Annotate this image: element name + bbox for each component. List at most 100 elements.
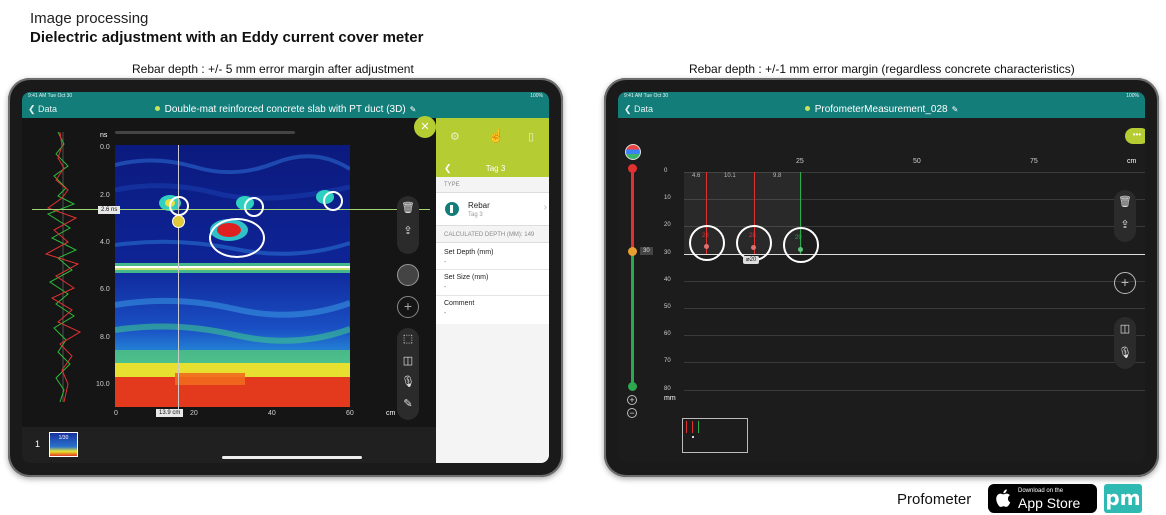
microphone-icon[interactable]: 🎙	[397, 375, 419, 388]
y-axis-unit: ns	[100, 132, 108, 139]
status-bar: 9:41 AM Tue Oct 30 100%	[22, 92, 549, 101]
slider-top-handle[interactable]	[628, 164, 637, 173]
depth-slider-upper[interactable]	[631, 167, 634, 252]
nav-title[interactable]: Double-mat reinforced concrete slab with…	[22, 104, 549, 115]
minimap[interactable]	[682, 418, 748, 453]
y-tick: 8.0	[100, 334, 110, 341]
status-dot-icon	[804, 106, 810, 111]
split-view-icon[interactable]: ◫	[397, 354, 419, 367]
y-tick: 20	[664, 222, 671, 229]
y-tick: 2.0	[100, 192, 110, 199]
store-big-text: App Store	[1018, 495, 1081, 511]
depth-grid-line	[684, 280, 1145, 282]
color-scale-icon[interactable]	[625, 144, 641, 160]
left-screen: 9:41 AM Tue Oct 30 100% ❮ Data Double-ma…	[22, 92, 549, 463]
pm-logo: pm	[1104, 484, 1142, 513]
position-crosshair	[178, 145, 179, 410]
rebar-dot	[798, 247, 803, 252]
y-tick: 10.0	[96, 381, 110, 388]
comment-label: Comment	[444, 300, 475, 307]
detection-ring[interactable]	[244, 197, 264, 217]
slider-value: 30	[640, 247, 653, 255]
calculated-depth: CALCULATED DEPTH (MM): 149	[444, 232, 535, 238]
y-tick: 4.0	[100, 239, 110, 246]
zoom-out-icon[interactable]: −	[627, 408, 637, 418]
tag-detail-panel: ⚙ ☝ ▯ ❮ Tag 3 ✕ TYPE Rebar Tag 3 › CALCU…	[414, 116, 549, 463]
x-tick: 75	[1030, 158, 1038, 165]
gpr-radargram	[115, 145, 350, 407]
select-area-icon[interactable]: ⬚	[397, 332, 419, 345]
time-marker-label[interactable]: 2.6 ns	[98, 206, 121, 214]
close-panel-icon[interactable]: ✕	[414, 116, 436, 138]
spacing-label: 4.6	[692, 173, 701, 179]
rebar-depth-label: 29	[795, 235, 802, 241]
app-store-badge[interactable]: Download on the App Store	[988, 484, 1097, 513]
trash-icon[interactable]: 🗑	[1114, 195, 1136, 208]
share-icon[interactable]: ⇪	[397, 224, 419, 237]
spacing-label: 10.1	[724, 173, 736, 179]
rebar-dot	[704, 244, 709, 249]
diameter-label: ⌀20	[743, 256, 760, 264]
thumbnail-label: 1/30	[58, 435, 69, 441]
panel-layout-icon[interactable]: ▯	[528, 130, 534, 143]
more-options-icon[interactable]: •••	[1125, 128, 1145, 144]
set-depth-input[interactable]: -	[444, 259, 446, 266]
rebar-ring[interactable]	[689, 225, 725, 261]
type-sub: Tag 3	[468, 212, 483, 218]
trash-icon[interactable]: 🗑	[397, 201, 419, 214]
detection-ring[interactable]	[169, 196, 189, 216]
depth-grid-line	[684, 389, 1145, 391]
split-view-icon[interactable]: ◫	[1114, 322, 1136, 335]
status-battery: 100%	[1126, 93, 1139, 99]
right-caption: Rebar depth : +/-1 mm error margin (rega…	[689, 62, 1075, 76]
home-indicator	[222, 456, 362, 459]
horizontal-scrollbar[interactable]	[115, 131, 295, 134]
edit-pencil-icon[interactable]: ✎	[952, 105, 959, 114]
type-row[interactable]: Rebar Tag 3 ›	[436, 192, 549, 226]
touch-icon[interactable]: ☝	[488, 128, 504, 144]
edit-pencil-icon[interactable]: ✎	[410, 105, 417, 114]
product-name: Profometer	[897, 491, 972, 508]
rebar-ring[interactable]	[783, 227, 819, 263]
detection-ring[interactable]	[323, 191, 343, 211]
add-button[interactable]: +	[1114, 272, 1136, 294]
slider-bottom-handle[interactable]	[628, 382, 637, 391]
x-tick: 60	[346, 410, 354, 417]
apple-logo-icon	[996, 488, 1012, 508]
time-crosshair	[32, 209, 430, 210]
y-tick: 0	[664, 168, 668, 174]
share-icon[interactable]: ⇪	[1114, 218, 1136, 231]
x-marker-label[interactable]: 13.9 cm	[156, 409, 184, 417]
chevron-right-icon: ›	[543, 202, 547, 213]
y-tick: 70	[664, 358, 671, 365]
y-tick: 80	[664, 385, 671, 392]
nav-title[interactable]: ProfometerMeasurement_028 ✎	[618, 104, 1145, 115]
store-small-text: Download on the	[1018, 488, 1064, 494]
x-tick: 40	[268, 410, 276, 417]
y-axis-unit: mm	[664, 395, 676, 402]
type-name: Rebar	[468, 201, 490, 210]
set-size-input[interactable]: -	[444, 284, 446, 291]
slider-mid-handle[interactable]	[628, 247, 637, 256]
y-tick: 6.0	[100, 286, 110, 293]
selected-tag-marker[interactable]	[172, 215, 185, 228]
microphone-icon[interactable]: 🎙	[1114, 346, 1136, 359]
detection-ring-duct[interactable]	[209, 218, 265, 258]
rebar-depth-label: 28	[749, 233, 756, 239]
tag-fields: Set Depth (mm) - Set Size (mm) - Comment…	[436, 242, 549, 324]
nav-title-text: ProfometerMeasurement_028	[814, 104, 948, 115]
depth-slider-lower[interactable]	[631, 252, 634, 387]
panel-tab-bar: ⚙ ☝ ▯	[436, 118, 549, 160]
heading-line-2: Dielectric adjustment with an Eddy curre…	[30, 29, 424, 46]
settings-icon[interactable]: ⚙	[450, 130, 460, 143]
y-tick: 0.0	[100, 144, 110, 151]
comment-input[interactable]: -	[444, 310, 446, 317]
scan-thumbnail[interactable]: 1/30	[49, 432, 78, 457]
pen-icon[interactable]: ✎	[397, 397, 419, 410]
record-button[interactable]	[397, 264, 419, 286]
status-battery: 100%	[530, 93, 543, 99]
a-scan-trace	[44, 132, 82, 402]
nav-bar: ❮ Data Double-mat reinforced concrete sl…	[22, 101, 549, 118]
add-button[interactable]: +	[397, 296, 419, 318]
zoom-in-icon[interactable]: +	[627, 395, 637, 405]
